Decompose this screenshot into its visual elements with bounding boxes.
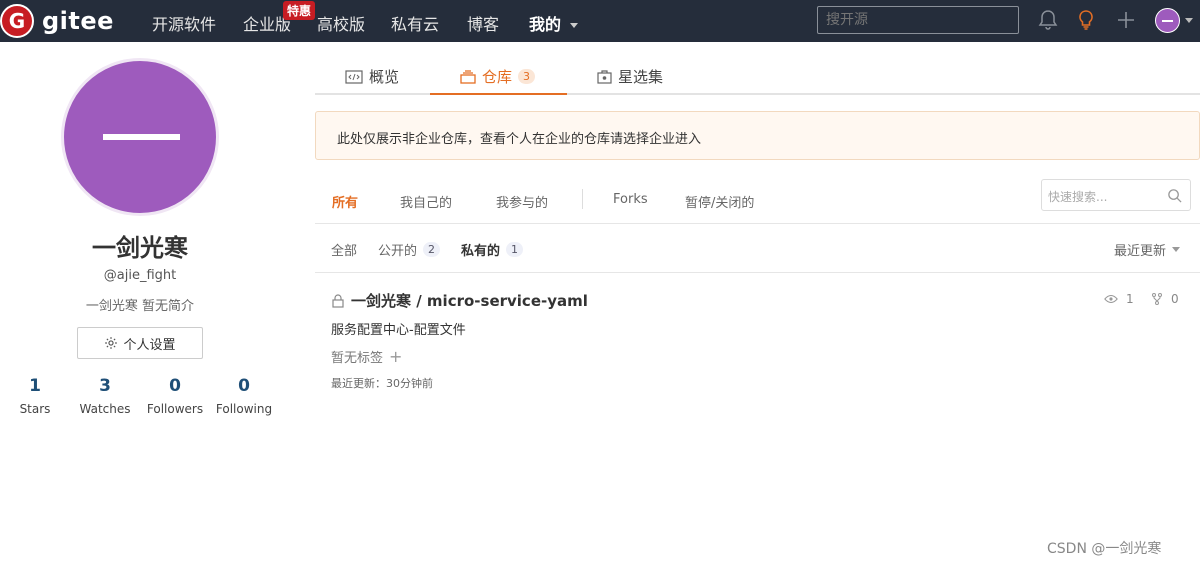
- tab-repositories[interactable]: 仓库 3: [460, 66, 536, 87]
- repo-stack-icon: [460, 69, 476, 84]
- subfilter-label: 私有的: [461, 244, 501, 259]
- repo-title-link[interactable]: 一剑光寒 / micro-service-yaml: [331, 290, 588, 311]
- sort-label: 最近更新: [1114, 244, 1167, 259]
- profile-tabs: 概览 仓库 3 星选集: [315, 56, 1200, 95]
- active-tab-indicator: [430, 93, 567, 95]
- top-search-input[interactable]: [817, 6, 1019, 34]
- filter-paused-closed[interactable]: 暂停/关闭的: [685, 192, 754, 211]
- profile-handle: @ajie_fight: [103, 268, 177, 283]
- stat-value: 1: [29, 376, 41, 396]
- stat-value: 0: [238, 376, 250, 396]
- eye-icon: [1104, 294, 1118, 304]
- repo-updated-time: 最近更新：30分钟前: [331, 377, 433, 390]
- stat-value: 0: [169, 376, 181, 396]
- gear-icon: [105, 337, 118, 349]
- bell-icon[interactable]: [1036, 8, 1060, 32]
- divider: [315, 272, 1200, 273]
- promo-badge: 特惠: [283, 1, 316, 20]
- filter-divider: [582, 189, 583, 209]
- subfilter-private[interactable]: 私有的 1: [461, 240, 524, 259]
- gitee-logo[interactable]: G gitee: [0, 3, 114, 39]
- stat-label: Followers: [146, 402, 204, 416]
- stat-label: Stars: [19, 402, 51, 416]
- filter-mine[interactable]: 我自己的: [400, 192, 452, 211]
- subfilter-label: 公开的: [378, 244, 418, 259]
- stat-stars[interactable]: 1 Stars: [0, 376, 70, 416]
- filter-all[interactable]: 所有: [332, 192, 358, 211]
- subfilter-all[interactable]: 全部: [331, 240, 357, 259]
- repo-watch-count[interactable]: 1: [1104, 292, 1134, 306]
- profile-name: 一剑光寒: [92, 234, 188, 262]
- profile-bio: 一剑光寒 暂无简介: [85, 299, 195, 314]
- logo-letter: G: [8, 9, 26, 33]
- code-window-icon: [345, 69, 363, 84]
- quick-search-input[interactable]: 快速搜索...: [1041, 179, 1191, 211]
- user-avatar-small[interactable]: [1155, 8, 1180, 33]
- lock-icon: [332, 293, 344, 308]
- tab-label: 星选集: [618, 68, 664, 86]
- subfilter-count-badge: 1: [506, 242, 524, 257]
- gitee-logo-icon: G: [0, 4, 34, 38]
- nav-item-mine-label: 我的: [529, 15, 562, 34]
- watch-count-value: 1: [1126, 292, 1134, 306]
- nav-item-private-cloud[interactable]: 私有云: [391, 11, 439, 35]
- repo-tags: 暂无标签 +: [331, 347, 402, 366]
- repo-title-text: 一剑光寒 / micro-service-yaml: [351, 292, 588, 310]
- sort-dropdown[interactable]: 最近更新: [1114, 240, 1181, 259]
- csdn-watermark: CSDN @一剑光寒: [1047, 541, 1162, 557]
- nav-item-open-source[interactable]: 开源软件: [152, 11, 216, 35]
- avatar-menu-chevron-icon[interactable]: [1185, 18, 1193, 23]
- fork-icon: [1152, 293, 1162, 305]
- chevron-down-icon: [1172, 247, 1181, 252]
- repo-tags-label: 暂无标签: [331, 351, 384, 366]
- nav-item-mine[interactable]: 我的: [529, 11, 578, 35]
- user-avatar: [61, 58, 219, 216]
- repo-description: 服务配置中心-配置文件: [331, 323, 466, 338]
- star-box-icon: [597, 69, 612, 84]
- stat-label: Watches: [79, 402, 131, 416]
- plus-icon[interactable]: [1114, 8, 1138, 32]
- search-icon[interactable]: [1167, 188, 1182, 203]
- nav-item-blog[interactable]: 博客: [467, 11, 499, 35]
- quick-search-placeholder: 快速搜索...: [1048, 190, 1108, 204]
- brand-name: gitee: [42, 7, 114, 35]
- chevron-down-icon: [569, 23, 578, 28]
- filter-forks[interactable]: Forks: [613, 192, 648, 207]
- stat-label: Following: [215, 402, 273, 416]
- stat-watches[interactable]: 3 Watches: [70, 376, 140, 416]
- tab-count-badge: 3: [518, 69, 536, 84]
- subfilter-count-badge: 2: [423, 242, 441, 257]
- stat-value: 3: [99, 376, 111, 396]
- personal-settings-button[interactable]: 个人设置: [77, 327, 203, 359]
- fork-count-value: 0: [1171, 292, 1179, 306]
- stat-following[interactable]: 0 Following: [209, 376, 279, 416]
- subfilter-public[interactable]: 公开的 2: [378, 240, 441, 259]
- top-navbar: G gitee 开源软件 企业版 特惠 高校版 私有云 博客 我的: [0, 0, 1200, 42]
- tab-label: 仓库: [482, 68, 513, 86]
- settings-label: 个人设置: [123, 337, 176, 353]
- divider: [315, 223, 1200, 224]
- tab-star-collections[interactable]: 星选集: [597, 66, 663, 87]
- stat-followers[interactable]: 0 Followers: [140, 376, 210, 416]
- tab-overview[interactable]: 概览: [345, 66, 399, 87]
- tab-label: 概览: [369, 68, 400, 86]
- enterprise-notice: 此处仅展示非企业仓库，查看个人在企业的仓库请选择企业进入: [315, 111, 1200, 160]
- add-tag-button[interactable]: +: [389, 347, 402, 366]
- nav-item-education[interactable]: 高校版: [317, 11, 365, 35]
- subfilter-label: 全部: [331, 244, 358, 259]
- filter-participated[interactable]: 我参与的: [496, 192, 548, 211]
- lightbulb-icon[interactable]: [1074, 8, 1098, 32]
- repo-fork-count[interactable]: 0: [1151, 292, 1179, 306]
